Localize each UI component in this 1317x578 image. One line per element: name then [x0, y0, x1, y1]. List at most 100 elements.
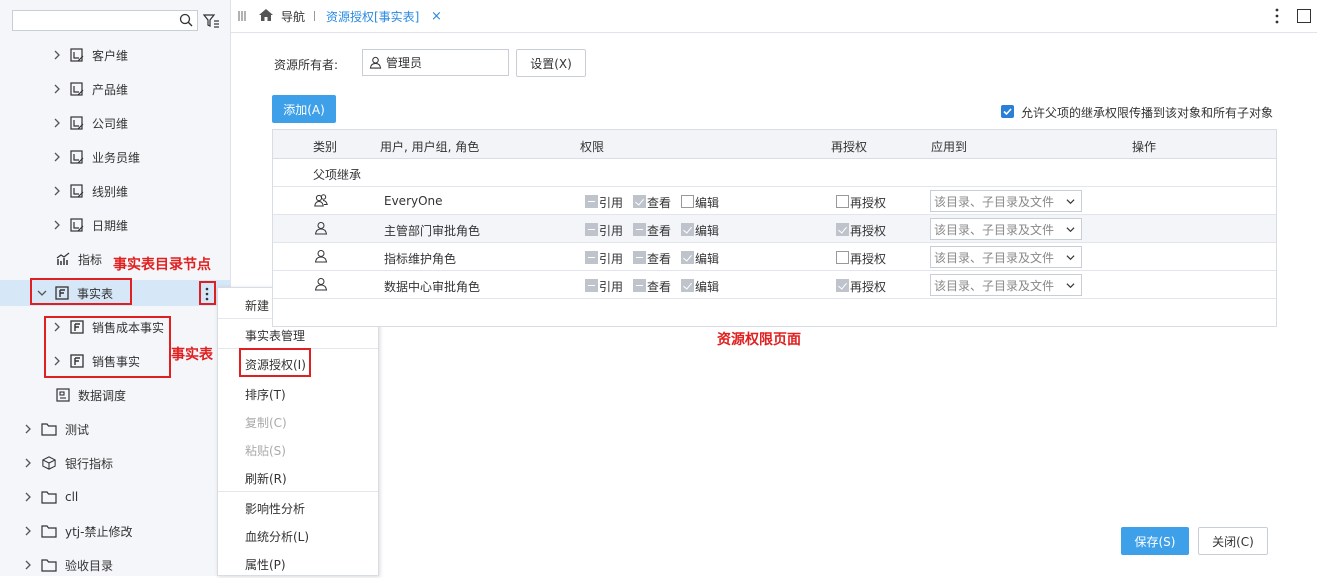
tree-item-cll[interactable]: cll: [23, 486, 78, 508]
edit-checkbox[interactable]: [681, 279, 694, 292]
menu-item-properties[interactable]: 属性(P): [218, 550, 378, 578]
chevron-right-icon[interactable]: [23, 424, 33, 434]
menu-item-label: 粘贴(S): [245, 443, 286, 458]
user-name: 数据中心审批角色: [384, 280, 481, 294]
regrant-checkbox[interactable]: [836, 195, 849, 208]
view-checkbox[interactable]: [633, 195, 646, 208]
chevron-down-icon: [1066, 255, 1075, 261]
ref-checkbox[interactable]: [585, 223, 598, 236]
tree-item-bank-metrics[interactable]: 银行指标: [23, 452, 113, 474]
annotation-page: 资源权限页面: [717, 332, 801, 348]
tree-item-metrics[interactable]: 指标: [56, 248, 102, 270]
collapse-sidebar-icon[interactable]: [238, 11, 246, 21]
tree-item-date-dim[interactable]: 日期维: [52, 214, 128, 236]
edit-label: 编辑: [695, 224, 720, 238]
menu-item-lineage[interactable]: 血统分析(L): [218, 522, 378, 550]
inherit-checkbox[interactable]: [1001, 105, 1014, 118]
menu-item-label: 属性(P): [245, 557, 286, 572]
chevron-right-icon[interactable]: [52, 84, 62, 94]
add-button[interactable]: 添加(A): [272, 95, 336, 123]
role-icon: [314, 278, 328, 291]
tree-item-test[interactable]: 测试: [23, 418, 89, 440]
apply-to-select[interactable]: 该目录、子目录及文件: [930, 218, 1082, 240]
view-checkbox[interactable]: [633, 223, 646, 236]
tree-item-label: 银行指标: [65, 456, 114, 471]
view-checkbox[interactable]: [633, 251, 646, 264]
table-row: 数据中心审批角色 引用 查看 编辑 再授权 该目录、子目录及文件: [273, 271, 1276, 299]
tree-item-data-schedule[interactable]: 数据调度: [56, 384, 126, 406]
chevron-right-icon[interactable]: [52, 118, 62, 128]
chevron-right-icon[interactable]: [52, 50, 62, 60]
apply-to-select[interactable]: 该目录、子目录及文件: [930, 274, 1082, 296]
tree-item-acceptance[interactable]: 验收目录: [23, 554, 113, 576]
chevron-right-icon[interactable]: [52, 186, 62, 196]
tree-item-product-dim[interactable]: 产品维: [52, 78, 128, 100]
nav-link[interactable]: 导航: [281, 8, 305, 25]
permission-table: 类别 用户, 用户组, 角色 权限 再授权 应用到 操作 父项继承 EveryO…: [272, 129, 1277, 327]
tree-item-salesman-dim[interactable]: 业务员维: [52, 146, 140, 168]
chevron-right-icon[interactable]: [23, 492, 33, 502]
header-type: 类别: [313, 140, 338, 154]
menu-item-paste[interactable]: 粘贴(S): [218, 436, 378, 464]
maximize-icon[interactable]: [1297, 9, 1311, 23]
owner-value: 管理员: [386, 56, 423, 70]
user-name: 主管部门审批角色: [384, 224, 481, 238]
chevron-right-icon[interactable]: [52, 152, 62, 162]
edit-checkbox[interactable]: [681, 195, 694, 208]
ref-label: 引用: [599, 224, 624, 238]
home-icon[interactable]: [258, 8, 274, 22]
apply-to-select[interactable]: 该目录、子目录及文件: [930, 190, 1082, 212]
view-checkbox[interactable]: [633, 279, 646, 292]
menu-item-label: 影响性分析: [245, 501, 306, 516]
tree-item-company-dim[interactable]: 公司维: [52, 112, 128, 134]
edit-checkbox[interactable]: [681, 251, 694, 264]
chevron-right-icon[interactable]: [23, 458, 33, 468]
more-vertical-icon[interactable]: [1274, 7, 1280, 25]
tree-item-label: 公司维: [92, 116, 129, 131]
chevron-right-icon[interactable]: [23, 560, 33, 570]
tree-item-ytj[interactable]: ytj-禁止修改: [23, 520, 132, 542]
ref-checkbox[interactable]: [585, 195, 598, 208]
chevron-right-icon[interactable]: [23, 526, 33, 536]
schedule-icon: [56, 388, 70, 402]
edit-label: 编辑: [695, 196, 720, 210]
tree-item-line-dim[interactable]: 线别维: [52, 180, 128, 202]
header-user: 用户, 用户组, 角色: [380, 140, 480, 154]
apply-to-value: 该目录、子目录及文件: [934, 250, 1055, 265]
annotation-box-more: [199, 281, 216, 305]
header-action: 操作: [1132, 140, 1157, 154]
close-tab-icon[interactable]: ×: [431, 9, 442, 24]
cube-icon: [42, 456, 56, 470]
tab-resource-auth[interactable]: 资源授权[事实表]: [326, 8, 419, 25]
regrant-label: 再授权: [850, 196, 887, 210]
regrant-checkbox[interactable]: [836, 251, 849, 264]
tree-item-customer-dim[interactable]: 客户维: [52, 44, 128, 66]
ref-label: 引用: [599, 280, 624, 294]
tree-item-label: 指标: [78, 252, 103, 267]
close-button[interactable]: 关闭(C): [1198, 527, 1268, 555]
ref-checkbox[interactable]: [585, 251, 598, 264]
menu-item-copy[interactable]: 复制(C): [218, 408, 378, 436]
search-icon[interactable]: [179, 13, 193, 27]
menu-item-impact-analysis[interactable]: 影响性分析: [218, 494, 378, 522]
regrant-checkbox[interactable]: [836, 223, 849, 236]
chevron-right-icon[interactable]: [52, 220, 62, 230]
table-row: 指标维护角色 引用 查看 编辑 再授权 该目录、子目录及文件: [273, 243, 1276, 271]
settings-button[interactable]: 设置(X): [516, 49, 586, 77]
apply-to-value: 该目录、子目录及文件: [934, 278, 1055, 293]
owner-field[interactable]: 管理员: [362, 49, 509, 76]
apply-to-value: 该目录、子目录及文件: [934, 194, 1055, 209]
regrant-checkbox[interactable]: [836, 279, 849, 292]
save-button[interactable]: 保存(S): [1121, 527, 1189, 555]
apply-to-select[interactable]: 该目录、子目录及文件: [930, 246, 1082, 268]
search-input[interactable]: [12, 10, 198, 31]
owner-label: 资源所有者:: [274, 58, 339, 72]
filter-icon[interactable]: [203, 13, 219, 29]
menu-item-sort[interactable]: 排序(T): [218, 380, 378, 408]
tab-divider: [314, 11, 315, 21]
menu-item-refresh[interactable]: 刷新(R): [218, 464, 378, 492]
view-label: 查看: [647, 196, 672, 210]
table-row: 主管部门审批角色 引用 查看 编辑 再授权 该目录、子目录及文件: [273, 215, 1276, 243]
edit-checkbox[interactable]: [681, 223, 694, 236]
ref-checkbox[interactable]: [585, 279, 598, 292]
